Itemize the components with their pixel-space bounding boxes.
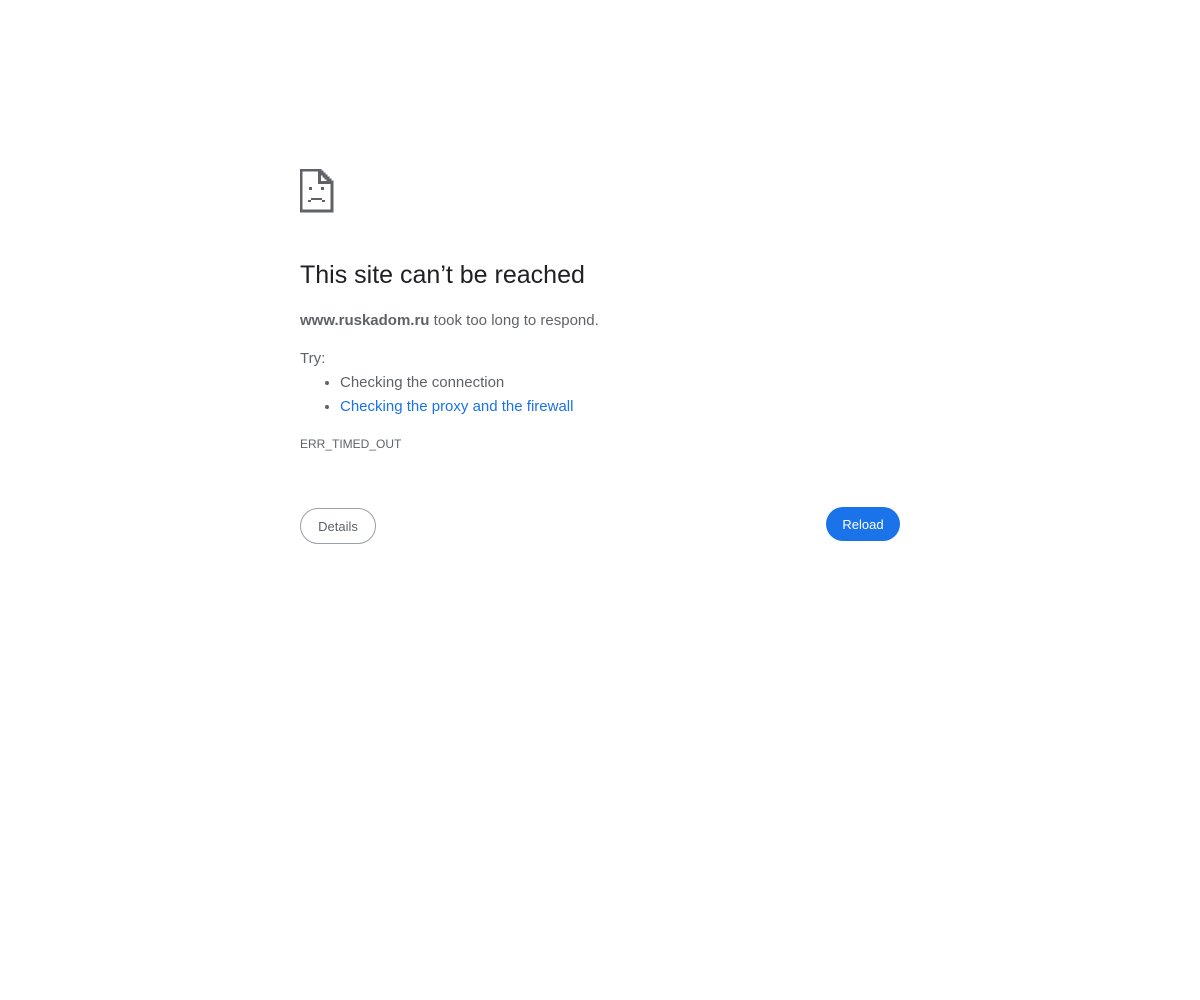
- button-row: Details Reload: [300, 507, 900, 545]
- error-page-content: This site can’t be reached www.ruskadom.…: [300, 169, 900, 545]
- suggestion-item: Checking the proxy and the firewall: [340, 395, 900, 419]
- try-label: Try:: [300, 350, 326, 367]
- suggestions-list: Checking the connection Checking the pro…: [300, 371, 900, 419]
- sad-document-icon: [300, 169, 334, 213]
- reload-button[interactable]: Reload: [826, 507, 900, 541]
- suggestion-check-connection: Checking the connection: [340, 374, 505, 391]
- error-summary-suffix: took too long to respond.: [429, 312, 599, 329]
- error-host: www.ruskadom.ru: [300, 312, 430, 329]
- error-title: This site can’t be reached: [300, 261, 585, 289]
- suggestion-item: Checking the connection: [340, 371, 900, 395]
- suggestion-check-proxy-firewall-link[interactable]: Checking the proxy and the firewall: [340, 398, 573, 415]
- details-button[interactable]: Details: [300, 508, 376, 544]
- error-code: ERR_TIMED_OUT: [300, 437, 402, 451]
- error-summary: www.ruskadom.ru took too long to respond…: [300, 309, 900, 333]
